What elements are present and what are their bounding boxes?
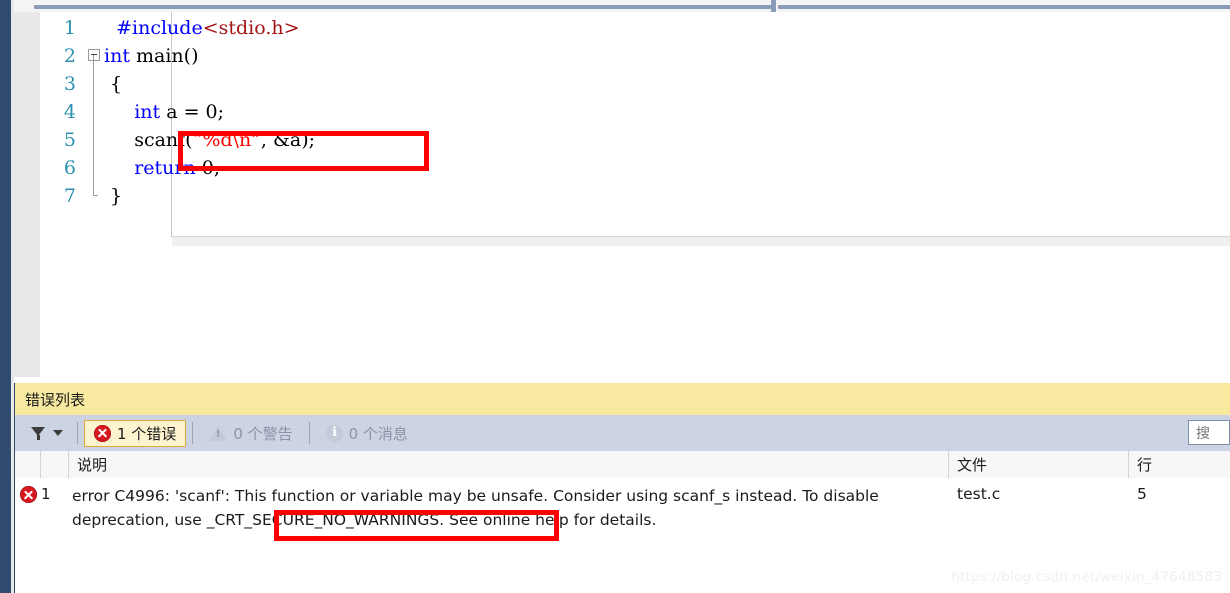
toolbar-separator xyxy=(192,422,194,444)
code-editor[interactable]: 1 #include<stdio.h> 2 int main() 3 {4 int a… xyxy=(14,12,1230,377)
code-line-text: { xyxy=(104,70,1230,98)
editor-top-bar xyxy=(14,0,1230,13)
fold-column[interactable] xyxy=(86,42,104,70)
column-header-line[interactable]: 行 xyxy=(1129,451,1230,478)
line-number: 3 xyxy=(63,73,76,95)
fold-column[interactable] xyxy=(86,98,104,126)
code-line-text: #include<stdio.h> xyxy=(104,14,1230,42)
code-token: int xyxy=(104,45,130,67)
fold-guide-line xyxy=(93,70,94,98)
window-left-rail-inner xyxy=(11,0,14,593)
top-bar-segment-left xyxy=(34,5,771,9)
error-list-title: 错误列表 xyxy=(25,390,86,409)
line-number: 1 xyxy=(63,17,76,39)
fold-guide-line-end xyxy=(93,182,98,196)
code-line[interactable]: 7 } xyxy=(40,182,1230,210)
code-line[interactable]: 2 int main() xyxy=(40,42,1230,70)
fold-column[interactable] xyxy=(86,70,104,98)
line-number: 2 xyxy=(63,45,76,67)
code-line[interactable]: 5 scanf(“%d\n”, &a); xyxy=(40,126,1230,154)
error-circle-icon xyxy=(19,486,37,503)
code-token: } xyxy=(104,185,123,207)
line-number: 7 xyxy=(63,185,76,207)
code-line-text: scanf(“%d\n”, &a); xyxy=(104,126,1230,154)
fold-guide-line xyxy=(93,98,94,126)
search-input[interactable]: 搜 xyxy=(1188,420,1230,445)
toolbar-separator xyxy=(308,422,310,444)
code-line[interactable]: 4 int a = 0; xyxy=(40,98,1230,126)
fold-guide-line xyxy=(93,55,94,70)
fold-guide-line xyxy=(93,126,94,154)
editor-horizontal-scrollbar[interactable] xyxy=(172,236,1230,246)
code-line-text: int main() xyxy=(104,42,1230,70)
code-line-list: 1 #include<stdio.h> 2 int main() 3 {4 int a… xyxy=(40,14,1230,210)
warning-triangle-icon xyxy=(209,425,228,441)
table-row[interactable]: 1 error C4996: 'scanf': This function or … xyxy=(15,478,1230,529)
row-file: test.c xyxy=(957,485,1001,503)
code-line[interactable]: 6 return 0; xyxy=(40,154,1230,182)
line-number: 5 xyxy=(63,129,76,151)
fold-column[interactable] xyxy=(86,126,104,154)
editor-selection-margin xyxy=(14,12,40,377)
messages-filter-label: 0 个消息 xyxy=(348,424,408,443)
code-token: “%d\n” xyxy=(192,129,261,151)
code-token: a = 0; xyxy=(160,101,225,123)
error-circle-icon xyxy=(94,424,111,442)
row-number: 1 xyxy=(41,485,51,503)
code-token: { xyxy=(104,73,123,95)
top-bar-segment-right xyxy=(778,5,1230,9)
funnel-icon xyxy=(31,426,46,440)
error-list-title-bar: 错误列表 xyxy=(15,383,1230,415)
row-description: error C4996: 'scanf': This function or v… xyxy=(72,487,879,529)
column-header-number xyxy=(41,451,69,478)
watermark-text: https://blog.csdn.net/weixin_47648583 xyxy=(951,569,1222,585)
code-token: main() xyxy=(129,45,199,67)
column-header-file[interactable]: 文件 xyxy=(949,451,1129,478)
code-token: <stdio.h> xyxy=(202,17,300,39)
warnings-filter-button[interactable]: 0 个警告 xyxy=(199,420,302,447)
messages-filter-button[interactable]: 0 个消息 xyxy=(316,420,418,447)
fold-column[interactable] xyxy=(86,182,104,210)
code-token: return xyxy=(134,157,196,179)
code-line[interactable]: 3 { xyxy=(40,70,1230,98)
code-line-text: int a = 0; xyxy=(104,98,1230,126)
code-token: int xyxy=(134,101,161,123)
warnings-filter-label: 0 个警告 xyxy=(233,424,293,443)
code-token: 0; xyxy=(195,157,221,179)
window-left-rail xyxy=(0,0,11,593)
row-line: 5 xyxy=(1137,485,1147,503)
filter-button[interactable] xyxy=(15,415,71,451)
code-line-text: } xyxy=(104,182,1230,210)
errors-filter-label: 1 个错误 xyxy=(117,424,177,443)
errors-filter-button[interactable]: 1 个错误 xyxy=(84,419,187,447)
code-token: scanf( xyxy=(104,129,193,151)
fold-column[interactable] xyxy=(86,154,104,182)
row-icon-cell xyxy=(15,484,41,503)
error-list-toolbar: 1 个错误 0 个警告 0 个消息 搜 xyxy=(15,415,1230,451)
error-list-column-headers: 说明 文件 行 xyxy=(15,451,1230,479)
toolbar-separator xyxy=(77,422,78,444)
code-line-text: return 0; xyxy=(104,154,1230,182)
line-number: 4 xyxy=(63,101,76,123)
info-circle-icon xyxy=(325,424,343,442)
code-token: #include xyxy=(116,17,203,39)
code-text-area[interactable]: 1 #include<stdio.h> 2 int main() 3 {4 int a… xyxy=(40,12,1230,377)
chevron-down-icon xyxy=(53,430,63,436)
collapse-minus-icon[interactable] xyxy=(88,49,100,61)
line-number: 6 xyxy=(63,157,76,179)
error-list-panel: 错误列表 1 个错误 0 个警告 0 个消息 搜 xyxy=(11,383,1230,593)
vs-ide-window: 1 #include<stdio.h> 2 int main() 3 {4 int a… xyxy=(0,0,1230,593)
fold-guide-line xyxy=(93,154,94,182)
code-line[interactable]: 1 #include<stdio.h> xyxy=(40,14,1230,42)
fold-column[interactable] xyxy=(86,14,104,42)
column-header-icon xyxy=(15,451,41,478)
search-input-value: 搜 xyxy=(1196,425,1210,442)
column-header-description[interactable]: 说明 xyxy=(69,451,949,478)
code-token: , &a); xyxy=(260,129,316,151)
